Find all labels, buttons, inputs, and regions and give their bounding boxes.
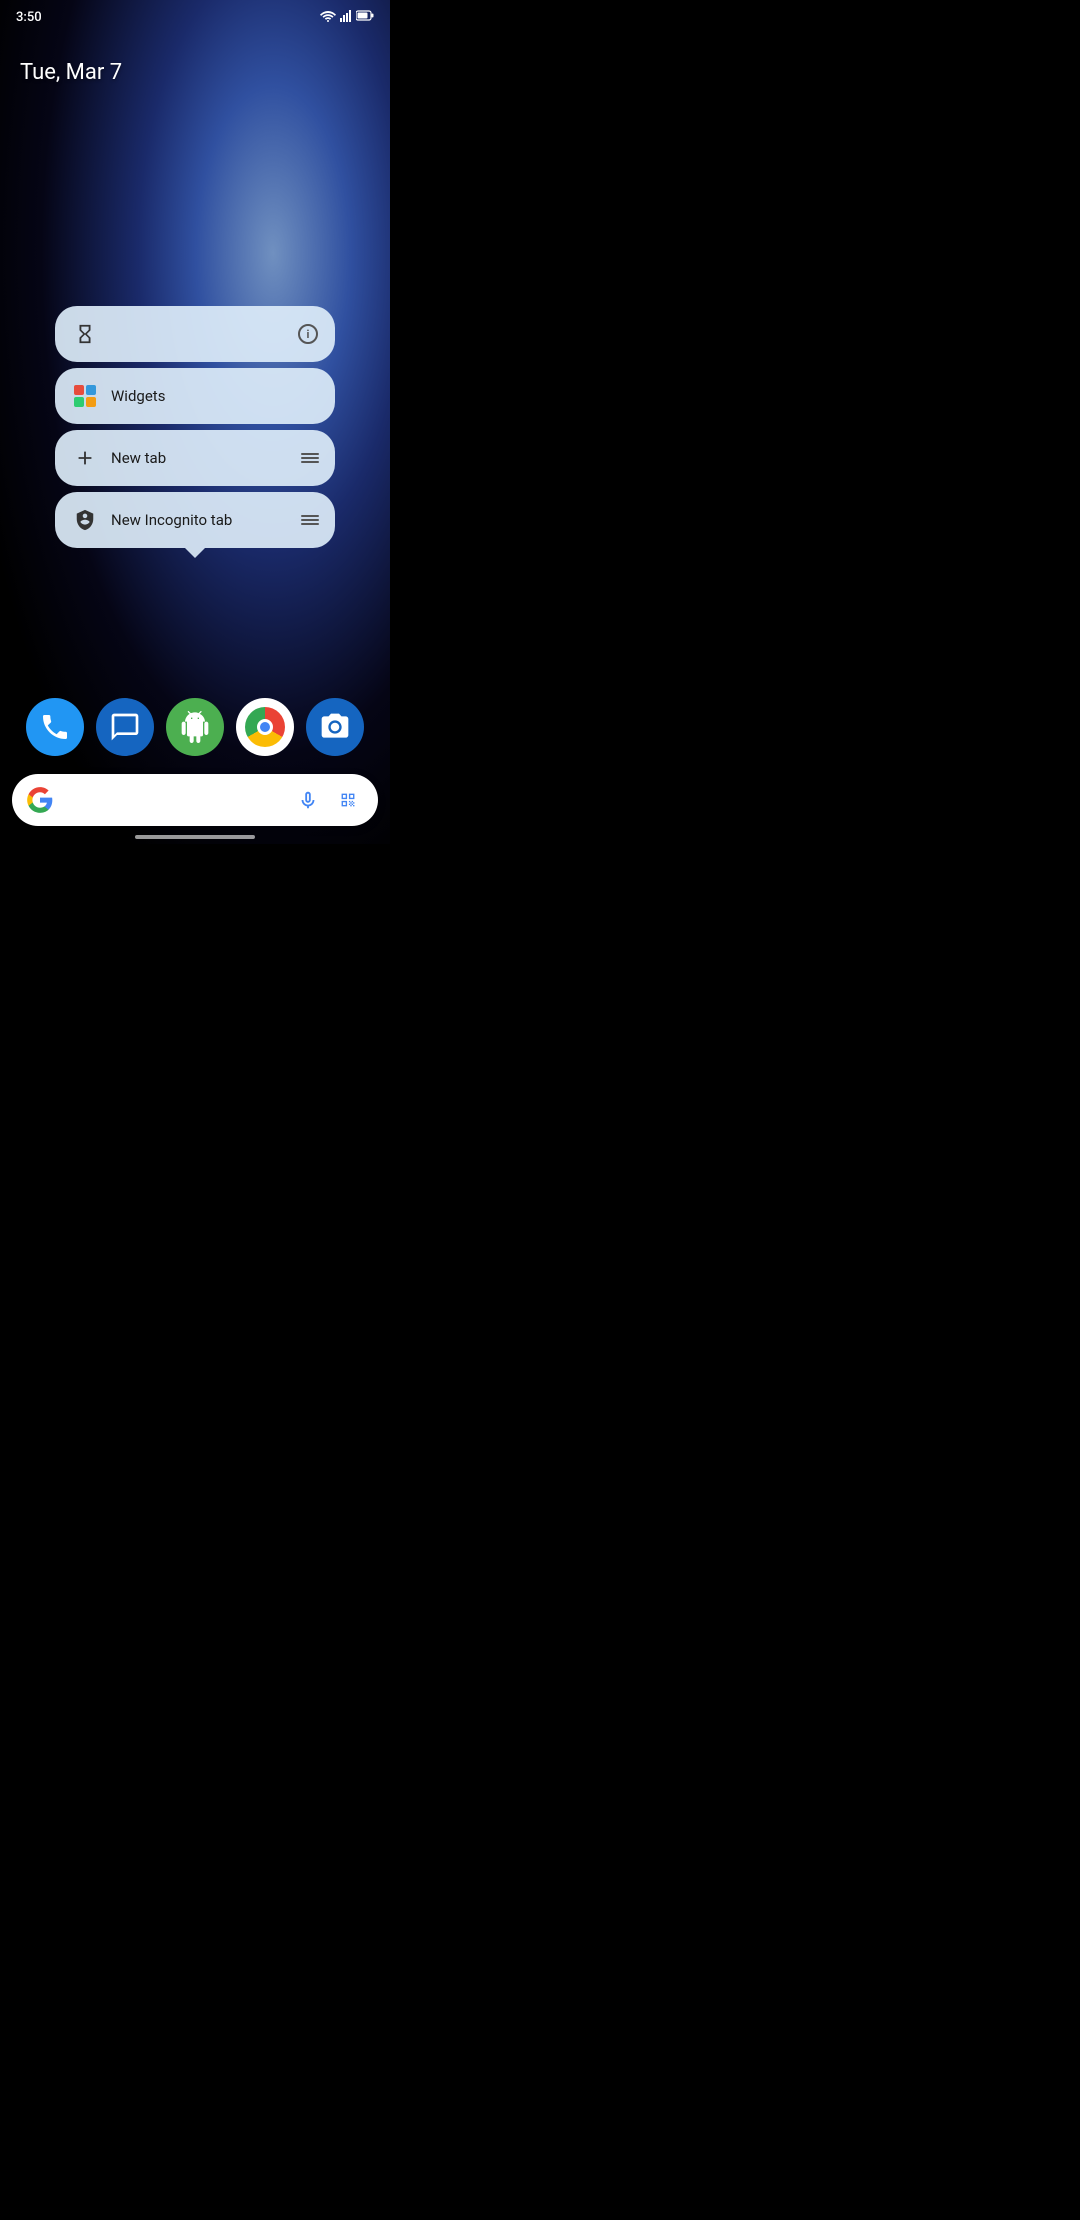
drag-handle-new-tab[interactable] bbox=[301, 453, 319, 463]
info-icon[interactable]: i bbox=[297, 323, 319, 345]
dock-app-camera[interactable] bbox=[306, 698, 364, 756]
signal-icon bbox=[340, 10, 352, 25]
app-info-item[interactable]: i bbox=[55, 306, 335, 362]
dock-app-chrome[interactable] bbox=[236, 698, 294, 756]
widgets-icon bbox=[71, 382, 99, 410]
new-tab-label: New tab bbox=[111, 449, 297, 467]
incognito-icon bbox=[71, 506, 99, 534]
widgets-item[interactable]: Widgets bbox=[55, 368, 335, 424]
plus-icon bbox=[71, 444, 99, 472]
hourglass-icon bbox=[71, 320, 99, 348]
new-incognito-tab-item[interactable]: New Incognito tab bbox=[55, 492, 335, 548]
date-label: Tue, Mar 7 bbox=[20, 60, 122, 85]
new-incognito-tab-label: New Incognito tab bbox=[111, 511, 297, 529]
dock-app-android[interactable] bbox=[166, 698, 224, 756]
wifi-icon bbox=[320, 10, 336, 25]
google-logo bbox=[26, 786, 54, 814]
status-time: 3:50 bbox=[16, 10, 42, 25]
google-lens-button[interactable] bbox=[332, 784, 364, 816]
status-bar: 3:50 bbox=[0, 0, 390, 28]
status-icons bbox=[320, 10, 374, 25]
search-bar[interactable] bbox=[12, 774, 378, 826]
new-tab-item[interactable]: New tab bbox=[55, 430, 335, 486]
nav-pill bbox=[135, 835, 255, 839]
widgets-label: Widgets bbox=[111, 387, 319, 405]
drag-handle-incognito-tab[interactable] bbox=[301, 515, 319, 525]
dock bbox=[0, 698, 390, 756]
battery-icon bbox=[356, 10, 374, 24]
context-menu: i Widgets New tab bbox=[55, 306, 335, 554]
dock-app-messages[interactable] bbox=[96, 698, 154, 756]
dock-app-phone[interactable] bbox=[26, 698, 84, 756]
voice-search-button[interactable] bbox=[292, 784, 324, 816]
nav-bar bbox=[0, 830, 390, 844]
